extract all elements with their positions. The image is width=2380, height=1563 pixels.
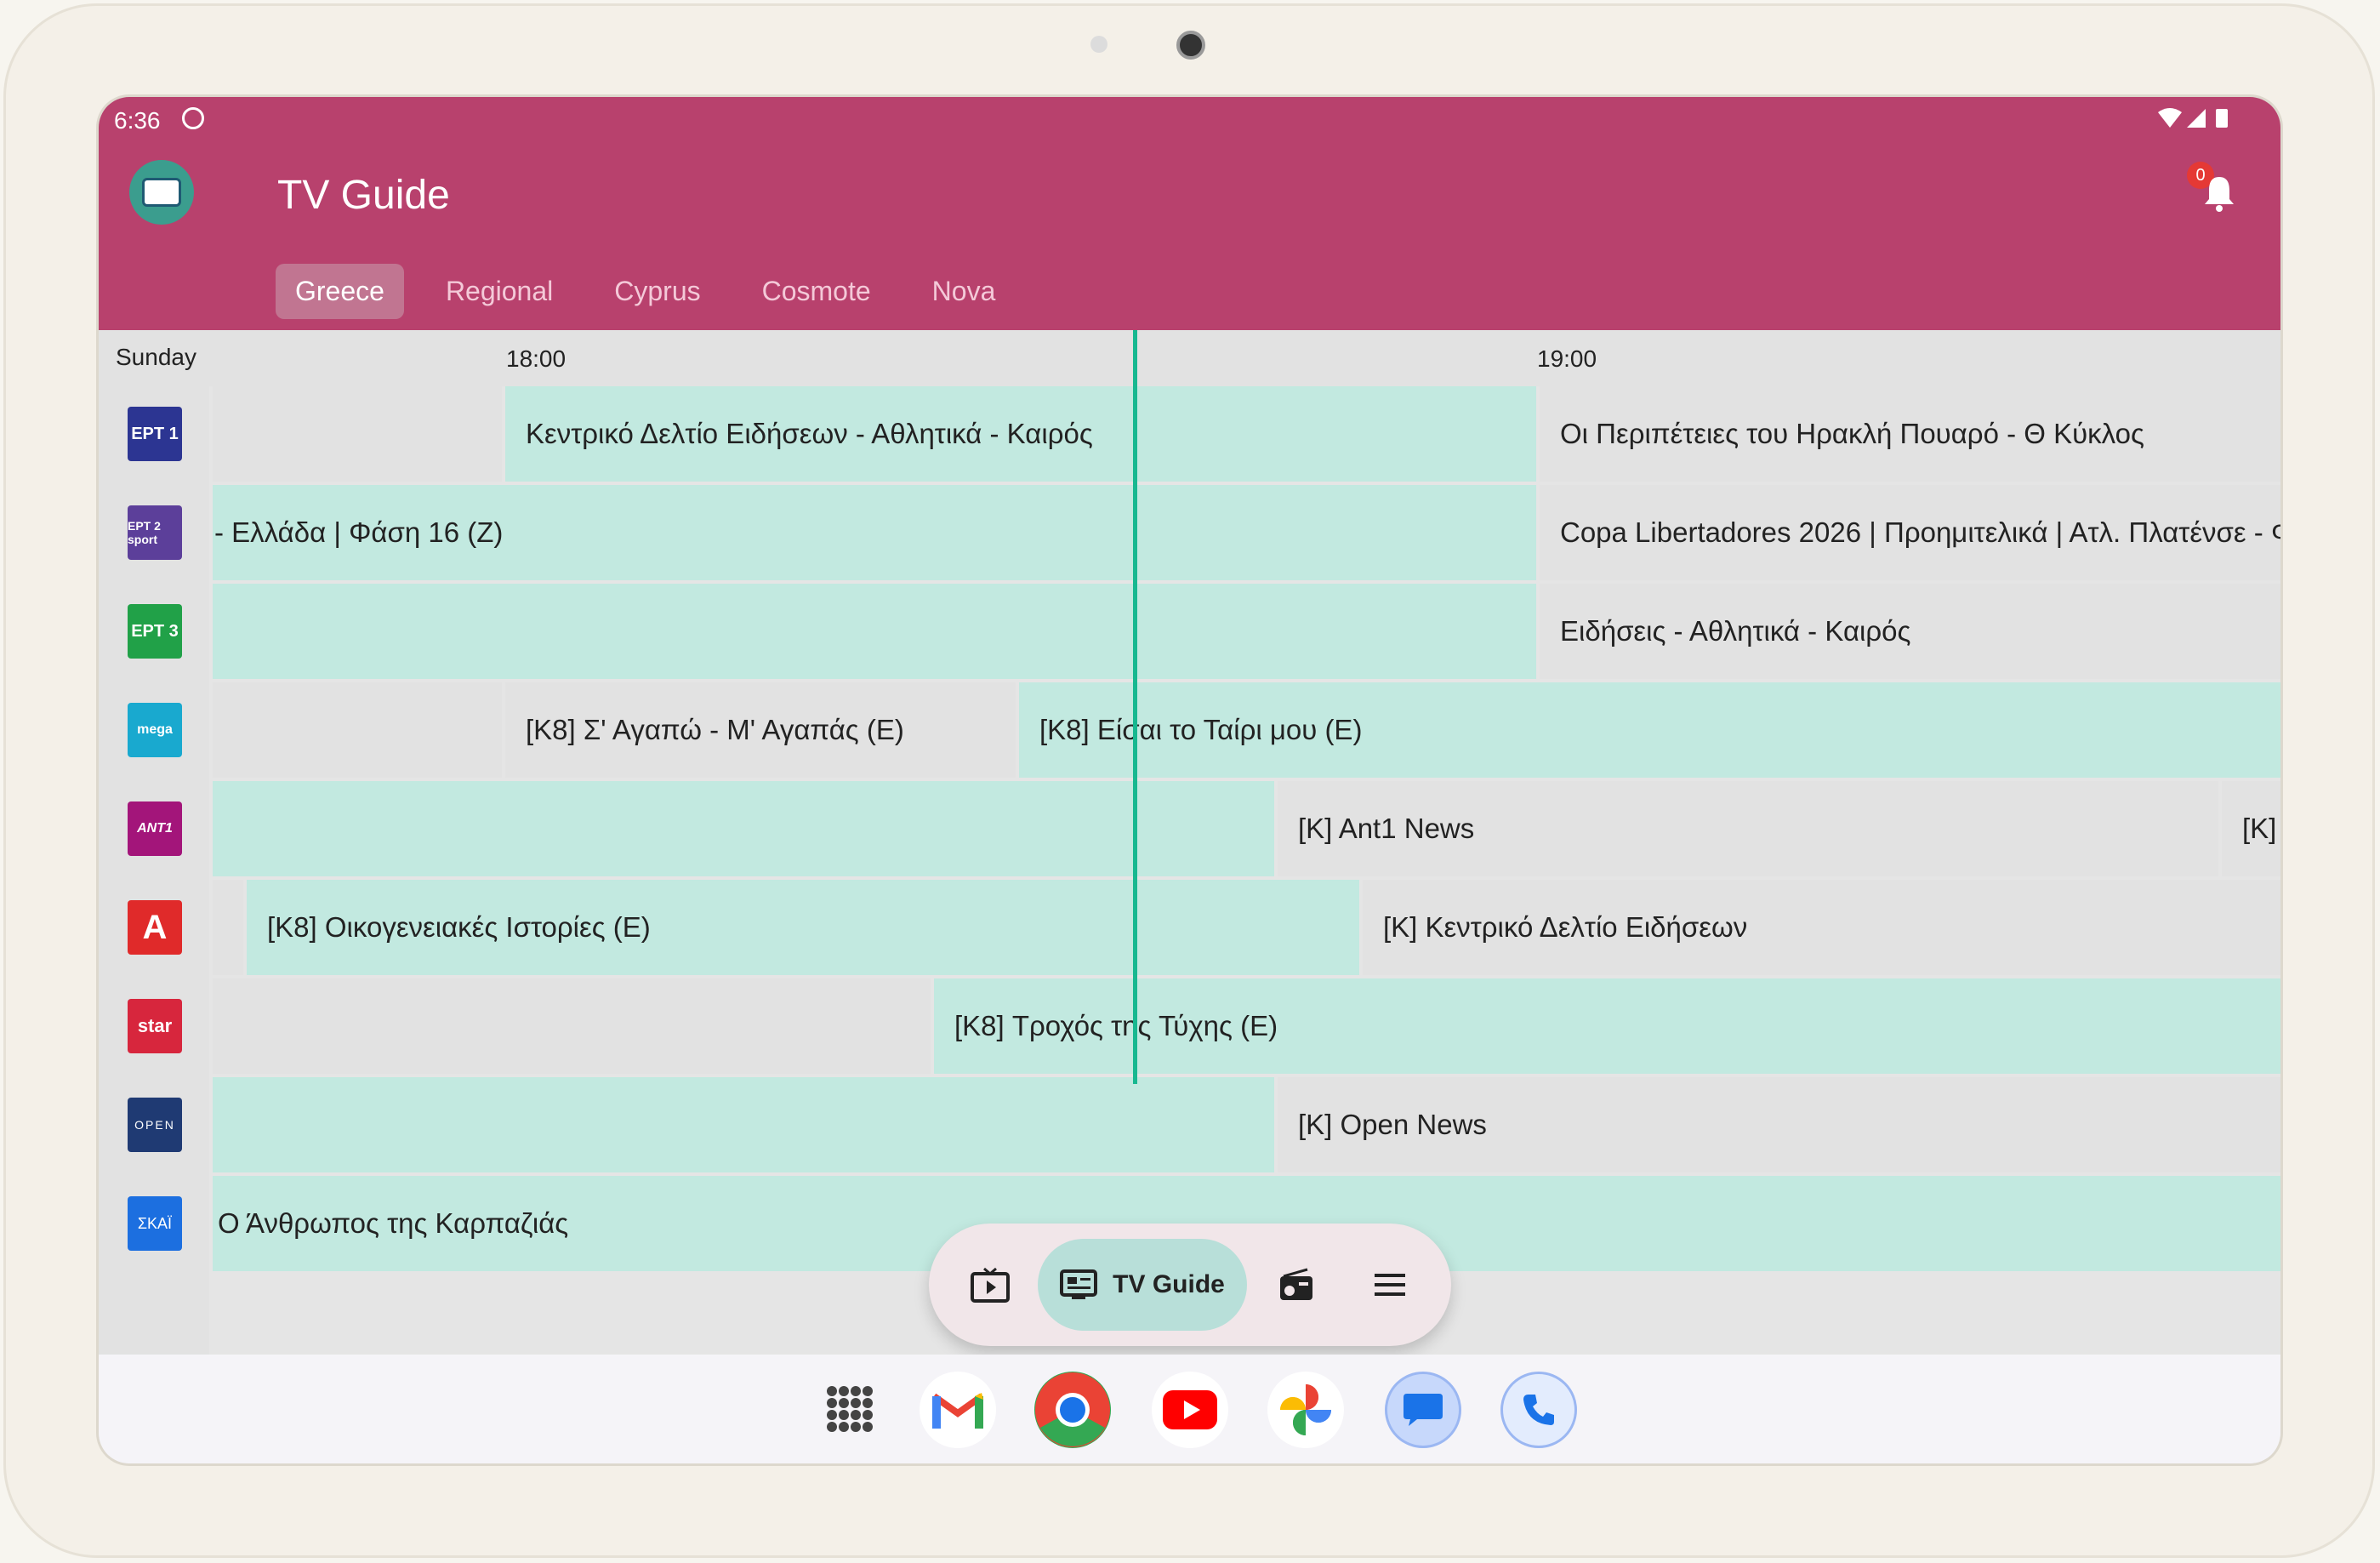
program-cell[interactable]: [K8] Οικογενειακές Ιστορίες (E) xyxy=(247,880,1359,975)
channel-row: Ειδήσεις - Αθλητικά - Καιρός xyxy=(213,584,2280,679)
timeline-header xyxy=(99,330,2280,386)
program-cell[interactable] xyxy=(213,880,243,975)
screen: 6:36 TV Guide 0 Greece Regional Cyprus C… xyxy=(99,97,2280,1463)
channel-row: Κεντρικό Δελτίο Ειδήσεων - Αθλητικά - Κα… xyxy=(213,386,2280,482)
channel-logo-ert2-sport[interactable]: ΕΡΤ 2 sport xyxy=(128,505,182,560)
channel-logo-skai[interactable]: ΣΚΑΪ xyxy=(128,1196,182,1251)
tab-cosmote[interactable]: Cosmote xyxy=(743,264,891,319)
page-title: TV Guide xyxy=(277,173,450,218)
tab-nova[interactable]: Nova xyxy=(913,264,1016,319)
program-cell[interactable]: Οι Περιπέτειες του Ηρακλή Πουαρό - Θ Κύκ… xyxy=(1540,386,2280,482)
messages-icon[interactable] xyxy=(1385,1372,1461,1448)
program-cell[interactable]: [K] Ant1 News xyxy=(1278,781,2218,876)
channel-logo-star[interactable]: star xyxy=(128,999,182,1053)
tab-bar: Greece Regional Cyprus Cosmote Nova xyxy=(276,264,1037,319)
front-sensor xyxy=(1090,36,1107,53)
program-cell[interactable]: [K] Open News xyxy=(1278,1077,2280,1172)
photos-icon[interactable] xyxy=(1267,1372,1344,1448)
live-tv-icon[interactable] xyxy=(966,1261,1014,1309)
current-time-indicator xyxy=(1133,330,1137,1084)
program-cell[interactable]: Κεντρικό Δελτίο Ειδήσεων - Αθλητικά - Κα… xyxy=(505,386,1536,482)
status-time: 6:36 xyxy=(114,107,161,134)
day-label: Sunday xyxy=(116,344,196,370)
bottom-navigation: TV Guide xyxy=(929,1224,1451,1346)
menu-icon[interactable] xyxy=(1366,1261,1414,1309)
channel-logo-ert1[interactable]: ΕΡΤ 1 xyxy=(128,407,182,461)
tv-guide-icon xyxy=(1060,1269,1098,1299)
channel-row: [K8] Σ' Αγαπώ - Μ' Αγαπάς (E) [K8] Είσαι… xyxy=(213,682,2280,778)
program-cell[interactable]: - Ελλάδα | Φάση 16 (Ζ) xyxy=(213,485,1536,580)
radio-icon[interactable] xyxy=(1273,1261,1320,1309)
program-cell[interactable] xyxy=(213,781,1274,876)
channel-logo-ert3[interactable]: ΕΡΤ 3 xyxy=(128,604,182,659)
channel-logo-ant1[interactable]: ANT1 xyxy=(128,801,182,856)
program-cell[interactable]: [K8] Είσαι το Ταίρι μου (E) xyxy=(1019,682,2280,778)
app-drawer-icon[interactable] xyxy=(812,1372,889,1448)
tab-regional[interactable]: Regional xyxy=(426,264,572,319)
channel-row: [K] Ant1 News [K] xyxy=(213,781,2280,876)
app-bar: 6:36 TV Guide 0 Greece Regional Cyprus C… xyxy=(99,97,2280,330)
wifi-signal-battery-icon xyxy=(2158,108,2228,128)
channel-row: - Ελλάδα | Φάση 16 (Ζ) Copa Libertadores… xyxy=(213,485,2280,580)
gmail-icon[interactable] xyxy=(920,1372,996,1448)
status-notification-icon xyxy=(182,107,204,129)
time-tick-1900: 19:00 xyxy=(1537,345,1597,372)
program-cell[interactable]: [K] Κεντρικό Δελτίο Ειδήσεων xyxy=(1363,880,2280,975)
channel-row: [K] Open News xyxy=(213,1077,2280,1172)
program-cell[interactable] xyxy=(213,682,502,778)
program-cell[interactable]: Ειδήσεις - Αθλητικά - Καιρός xyxy=(1540,584,2280,679)
program-cell[interactable] xyxy=(213,386,502,482)
program-cell[interactable]: [K] xyxy=(2222,781,2280,876)
channel-row: [K8] Οικογενειακές Ιστορίες (E) [K] Κεντ… xyxy=(213,880,2280,975)
youtube-icon[interactable] xyxy=(1152,1372,1228,1448)
front-camera xyxy=(1176,31,1205,60)
app-logo[interactable] xyxy=(129,160,194,225)
chrome-icon[interactable] xyxy=(1034,1372,1111,1448)
tab-greece[interactable]: Greece xyxy=(276,264,404,319)
channel-logo-mega[interactable]: mega xyxy=(128,703,182,757)
status-icons xyxy=(2156,106,2233,137)
phone-icon[interactable] xyxy=(1500,1372,1577,1448)
tab-cyprus[interactable]: Cyprus xyxy=(595,264,720,319)
program-cell[interactable] xyxy=(213,584,1536,679)
nav-tv-guide-label: TV Guide xyxy=(1113,1270,1225,1298)
channel-logo-open[interactable]: OPEN xyxy=(128,1098,182,1152)
channel-logo-alpha[interactable]: A xyxy=(128,900,182,955)
program-cell[interactable] xyxy=(213,1077,1274,1172)
nav-tv-guide-button[interactable]: TV Guide xyxy=(1038,1239,1247,1331)
channel-row: [K8] Τροχός της Τύχης (E) xyxy=(213,978,2280,1074)
program-cell[interactable]: Copa Libertadores 2026 | Προημιτελικά | … xyxy=(1540,485,2280,580)
program-cell[interactable]: [K8] Σ' Αγαπώ - Μ' Αγαπάς (E) xyxy=(505,682,1016,778)
time-tick-1800: 18:00 xyxy=(506,345,567,372)
bell-icon[interactable] xyxy=(2202,174,2236,213)
program-cell[interactable] xyxy=(213,978,931,1074)
